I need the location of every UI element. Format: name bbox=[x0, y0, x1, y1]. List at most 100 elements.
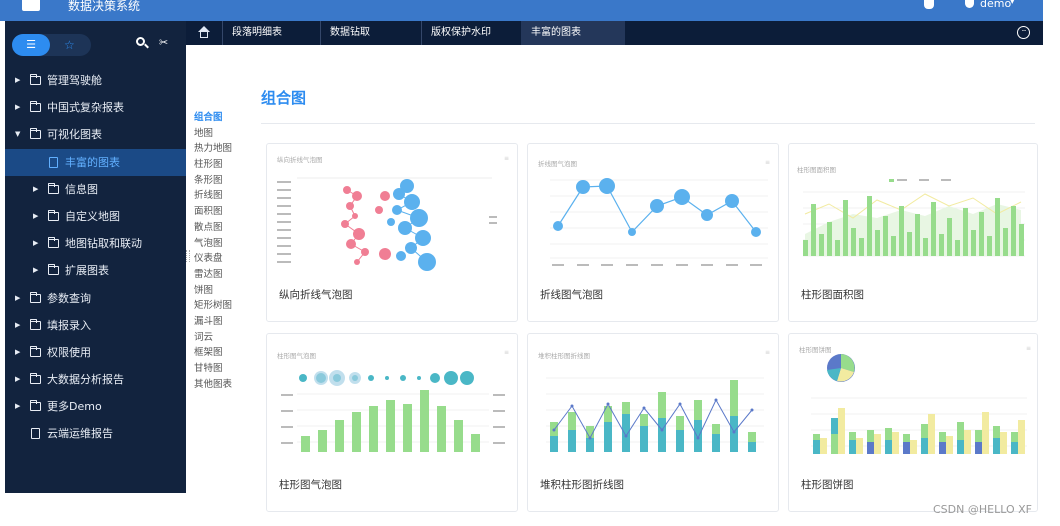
user-icon[interactable] bbox=[965, 0, 974, 8]
category-item[interactable]: 折线图 bbox=[194, 188, 244, 204]
more-icon[interactable]: ··· bbox=[1017, 26, 1030, 39]
thumb-title: 折线图气泡图 bbox=[538, 159, 577, 168]
caret-right-icon[interactable]: ▶ bbox=[33, 230, 38, 257]
sidebar-item[interactable]: 丰富的图表 bbox=[5, 148, 186, 176]
category-item[interactable]: 其他图表 bbox=[194, 377, 244, 393]
sidebar-item-label: 地图钻取和联动 bbox=[65, 237, 142, 251]
category-item[interactable]: 词云 bbox=[194, 330, 244, 346]
document-icon bbox=[49, 156, 58, 168]
category-item[interactable]: 散点图 bbox=[194, 220, 244, 236]
card-caption[interactable]: 纵向折线气泡图 bbox=[279, 287, 353, 302]
sidebar-item[interactable]: ▶ 参数查询 bbox=[5, 285, 186, 312]
category-item[interactable]: 柱形图 bbox=[194, 157, 244, 173]
caret-right-icon[interactable]: ▶ bbox=[15, 393, 20, 420]
folder-icon bbox=[30, 345, 41, 357]
category-item[interactable]: 甘特图 bbox=[194, 361, 244, 377]
category-item[interactable]: 面积图 bbox=[194, 204, 244, 220]
sidebar-item-label: 填报录入 bbox=[47, 318, 91, 332]
thumb-title: 纵向折线气泡图 bbox=[277, 155, 323, 164]
sidebar-item-label: 信息图 bbox=[65, 182, 98, 196]
svg-text:≡: ≡ bbox=[504, 349, 509, 356]
star-icon[interactable]: ☆ bbox=[64, 34, 75, 56]
svg-text:≡: ≡ bbox=[765, 159, 770, 166]
category-item[interactable]: 热力地图 bbox=[194, 141, 244, 157]
sidebar-item-label: 更多Demo bbox=[47, 400, 102, 414]
caret-right-icon[interactable]: ▶ bbox=[15, 339, 20, 366]
card-caption[interactable]: 堆积柱形图折线图 bbox=[540, 477, 624, 492]
sidebar-item-label: 中国式复杂报表 bbox=[47, 101, 124, 115]
folder-icon bbox=[30, 373, 41, 385]
caret-right-icon[interactable]: ▶ bbox=[15, 94, 20, 121]
chart-card[interactable]: 柱形图气泡图 ≡ 柱形图气泡图 bbox=[266, 333, 518, 512]
svg-text:≡: ≡ bbox=[765, 349, 770, 356]
category-item[interactable]: 矩形树图 bbox=[194, 298, 244, 314]
sidebar-item-label: 参数查询 bbox=[47, 291, 91, 305]
caret-right-icon[interactable]: ▶ bbox=[15, 312, 20, 339]
chart-thumbnail: 柱形图饼图 ≡ bbox=[789, 334, 1037, 464]
card-caption[interactable]: 折线图气泡图 bbox=[540, 287, 603, 302]
caret-right-icon[interactable]: ▶ bbox=[15, 67, 20, 94]
category-item[interactable]: 条形图 bbox=[194, 173, 244, 189]
caret-right-icon[interactable]: ▶ bbox=[15, 366, 20, 393]
category-item[interactable]: 饼图 bbox=[194, 283, 244, 299]
tab-data-drill[interactable]: 数据钻取 bbox=[320, 21, 421, 45]
chart-card[interactable]: 堆积柱形图折线图 ≡ 堆积柱形图折线图 bbox=[527, 333, 779, 512]
pin-icon[interactable]: ✂ bbox=[159, 35, 168, 51]
category-item[interactable]: 漏斗图 bbox=[194, 314, 244, 330]
app-root: 数据决策系统 demo ▾ ☰ ☆ ✂ ▶ 管理驾驶舱 ▶ 中国式复杂报表 ▼ 可视化图表… bbox=[0, 0, 1060, 526]
sidebar-item[interactable]: ▶ 扩展图表 bbox=[5, 257, 186, 284]
caret-right-icon[interactable]: ▶ bbox=[33, 203, 38, 230]
thumb-title: 堆积柱形图折线图 bbox=[538, 351, 590, 360]
svg-text:≡: ≡ bbox=[504, 155, 509, 162]
bell-icon[interactable] bbox=[924, 0, 934, 9]
home-icon[interactable] bbox=[198, 25, 210, 39]
sidebar-item[interactable]: ▶ 填报录入 bbox=[5, 312, 186, 339]
tab-watermark[interactable]: 版权保护水印 bbox=[421, 21, 521, 45]
sidebar-item-label: 扩展图表 bbox=[65, 264, 109, 278]
tab-paragraph-detail[interactable]: 段落明细表 bbox=[222, 21, 320, 45]
sidebar-item[interactable]: ▶ 信息图 bbox=[5, 176, 186, 203]
chart-card[interactable]: 折线图气泡图 ≡ 折线图气泡图 bbox=[527, 143, 779, 322]
sidebar-item[interactable]: ▶ 地图钻取和联动 bbox=[5, 230, 186, 257]
sidebar-item[interactable]: ▶ 管理驾驶舱 bbox=[5, 67, 186, 94]
caret-right-icon[interactable]: ▶ bbox=[33, 176, 38, 203]
sidebar-menu: ▶ 管理驾驶舱 ▶ 中国式复杂报表 ▼ 可视化图表 丰富的图表 ▶ 信息图 ▶ 自定义地图 ▶ 地图钻取… bbox=[5, 67, 186, 448]
app-logo-icon[interactable] bbox=[22, 0, 40, 11]
chart-thumbnail: 柱形图面积图 bbox=[789, 144, 1037, 274]
category-item[interactable]: 地图 bbox=[194, 126, 244, 142]
search-icon[interactable] bbox=[136, 35, 150, 51]
caret-down-icon[interactable]: ▼ bbox=[15, 121, 20, 148]
category-item[interactable]: 气泡图 bbox=[194, 236, 244, 252]
sidebar-item[interactable]: ▶ 自定义地图 bbox=[5, 203, 186, 230]
thumb-title: 柱形图气泡图 bbox=[277, 351, 316, 360]
card-caption[interactable]: 柱形图气泡图 bbox=[279, 477, 342, 492]
sidebar-item[interactable]: ▶ 更多Demo bbox=[5, 393, 186, 420]
sidebar-item[interactable]: ▶ 权限使用 bbox=[5, 339, 186, 366]
folder-icon bbox=[48, 264, 59, 276]
thumb-title: 柱形图面积图 bbox=[797, 165, 836, 174]
sidebar-item[interactable]: ▼ 可视化图表 bbox=[5, 121, 186, 148]
user-name[interactable]: demo bbox=[980, 0, 1011, 10]
resize-handle[interactable] bbox=[186, 250, 190, 262]
sidebar-item-label: 管理驾驶舱 bbox=[47, 74, 102, 87]
sidebar-item[interactable]: 云端运维报告 bbox=[5, 420, 186, 447]
chart-card[interactable]: 柱形图饼图 ≡ 柱形图饼图 bbox=[788, 333, 1038, 512]
category-item[interactable]: 仪表盘 bbox=[194, 251, 244, 267]
section-divider bbox=[261, 123, 1035, 124]
chart-card[interactable]: 纵向折线气泡图 ≡ 纵向折线气泡图 bbox=[266, 143, 518, 322]
sidebar-item[interactable]: ▶ 大数据分析报告 bbox=[5, 366, 186, 393]
tab-rich-charts[interactable]: 丰富的图表 bbox=[521, 21, 625, 45]
sidebar-header: ☰ ☆ ✂ bbox=[5, 21, 186, 67]
category-item[interactable]: 雷达图 bbox=[194, 267, 244, 283]
category-item[interactable]: 框架图 bbox=[194, 345, 244, 361]
chart-card[interactable]: 柱形图面积图 柱形图面积图 bbox=[788, 143, 1038, 322]
list-icon[interactable]: ☰ bbox=[12, 34, 50, 56]
sidebar-item[interactable]: ▶ 中国式复杂报表 bbox=[5, 94, 186, 121]
card-caption[interactable]: 柱形图饼图 bbox=[801, 477, 854, 492]
caret-right-icon[interactable]: ▶ bbox=[33, 257, 38, 284]
caret-right-icon[interactable]: ▶ bbox=[15, 285, 20, 312]
card-caption[interactable]: 柱形图面积图 bbox=[801, 287, 864, 302]
svg-text:≡: ≡ bbox=[1026, 345, 1031, 352]
chevron-down-icon[interactable]: ▾ bbox=[1010, 0, 1015, 7]
category-item[interactable]: 组合图 bbox=[194, 110, 244, 126]
